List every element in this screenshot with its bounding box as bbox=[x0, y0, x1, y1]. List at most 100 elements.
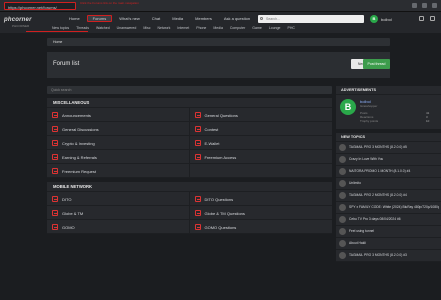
list-item[interactable]: Cebu TV Pro 3 days 08/04/2024 #6 bbox=[336, 214, 441, 226]
subnav-item[interactable]: Network bbox=[158, 26, 171, 30]
topic-title[interactable]: About Hakli bbox=[349, 241, 439, 245]
forum-item[interactable]: GOMO Questions bbox=[189, 220, 332, 234]
forum-icon bbox=[194, 126, 201, 132]
topic-title[interactable]: Feel using tunnel bbox=[349, 229, 439, 233]
nav-ask-question[interactable]: Ask a question bbox=[219, 15, 255, 22]
forum-list: Quick search MISCELLANEOUS Announcements… bbox=[47, 86, 332, 238]
forum-title[interactable]: Earning & Referrals bbox=[62, 155, 97, 160]
downloads-icon[interactable] bbox=[422, 3, 427, 8]
subnav-item[interactable]: Media bbox=[213, 26, 223, 30]
menu-icon[interactable] bbox=[432, 3, 437, 8]
alerts-icon[interactable] bbox=[430, 16, 435, 21]
forum-title[interactable]: Globe & TM bbox=[62, 211, 83, 216]
forum-item[interactable]: Crypto & Investing bbox=[47, 136, 190, 150]
forum-item[interactable]: Freemium Access bbox=[189, 150, 332, 164]
forum-title[interactable]: Announcements bbox=[62, 113, 91, 118]
forum-item[interactable]: General Questions bbox=[189, 108, 332, 122]
forum-item[interactable]: Freemium Request bbox=[47, 164, 190, 178]
list-item[interactable]: SPY x FAMILY CODE: White (2024) BluRay 4… bbox=[336, 202, 441, 214]
forum-title[interactable]: Freemium Request bbox=[62, 169, 96, 174]
subnav-item[interactable]: Misc bbox=[143, 26, 150, 30]
user-menu[interactable]: B bolbol bbox=[370, 15, 392, 23]
nav-chat[interactable]: Chat bbox=[147, 15, 165, 22]
avatar bbox=[339, 180, 346, 187]
forum-title[interactable]: Globe & TM Questions bbox=[205, 211, 245, 216]
topic-title[interactable]: TAGMAIL PRO 3 MONTHS (8.2.0.0) #5 bbox=[349, 145, 439, 149]
site-logo[interactable]: phcorner PHCORNER bbox=[4, 14, 54, 30]
annotation-note: Click the Forums link on the main naviga… bbox=[80, 1, 139, 5]
username: bolbol bbox=[381, 16, 392, 22]
list-item[interactable]: TAGMAIL PRO 2 MONTHS (8.2.0.0) #4 bbox=[336, 190, 441, 202]
nav-media[interactable]: Media bbox=[167, 15, 188, 22]
forum-icon bbox=[52, 154, 58, 160]
forum-icon bbox=[194, 196, 201, 202]
forum-item[interactable]: DITO bbox=[47, 192, 190, 206]
forum-item[interactable]: General Discussions bbox=[47, 122, 190, 136]
category-title[interactable]: MOBILE NETWORK bbox=[47, 182, 332, 192]
list-item[interactable]: TAGMAIL PRO 3 MONTHS (8.2.0.0) #5 bbox=[336, 142, 441, 154]
avatar bbox=[339, 204, 346, 211]
topic-title[interactable]: Crazy In Love With You bbox=[349, 157, 439, 161]
category-title[interactable]: MISCELLANEOUS bbox=[47, 98, 332, 108]
list-item[interactable]: Crazy In Love With You bbox=[336, 154, 441, 166]
forum-item[interactable]: E-Wallet bbox=[189, 136, 332, 150]
forum-item[interactable]: Globe & TM bbox=[47, 206, 190, 220]
forum-item[interactable]: Globe & TM Questions bbox=[189, 206, 332, 220]
topic-title[interactable]: NAITORA PROMO 1 MONTH (8.1.0.0) #4 bbox=[349, 169, 439, 173]
avatar[interactable]: B bbox=[340, 99, 356, 115]
forum-title[interactable]: General Questions bbox=[205, 113, 238, 118]
main-nav: Home Forums What's new Chat Media Member… bbox=[64, 15, 255, 22]
forum-item[interactable]: Announcements bbox=[47, 108, 190, 122]
subnav-item[interactable]: Threads bbox=[76, 26, 89, 30]
subnav-item[interactable]: PHC bbox=[288, 26, 295, 30]
subnav-item[interactable]: Game bbox=[252, 26, 262, 30]
forum-title[interactable]: General Discussions bbox=[62, 127, 99, 132]
forum-title[interactable]: DITO bbox=[62, 197, 71, 202]
list-item[interactable]: NAITORA PROMO 1 MONTH (8.1.0.0) #4 bbox=[336, 166, 441, 178]
nav-members[interactable]: Members bbox=[190, 15, 217, 22]
forum-item[interactable]: Contest bbox=[189, 122, 332, 136]
topic-title[interactable]: TAGMAIL PRO 3 MONTHS (8.2.0.0) #3 bbox=[349, 253, 439, 257]
subnav-item[interactable]: Phone bbox=[196, 26, 206, 30]
forum-title[interactable]: DITO Questions bbox=[205, 197, 234, 202]
search-input[interactable]: Search... bbox=[258, 15, 364, 23]
post-thread-button[interactable]: Post thread bbox=[363, 59, 390, 69]
breadcrumb-home[interactable]: Home bbox=[53, 40, 62, 44]
forum-item[interactable]: Earning & Referrals bbox=[47, 150, 190, 164]
nav-home[interactable]: Home bbox=[64, 15, 85, 22]
subnav-item[interactable]: Lounge bbox=[269, 26, 281, 30]
topic-title[interactable]: Unlimito bbox=[349, 181, 439, 185]
subnav-item[interactable]: Internet bbox=[177, 26, 189, 30]
topic-title[interactable]: TAGMAIL PRO 2 MONTHS (8.2.0.0) #4 bbox=[349, 193, 439, 197]
address-bar[interactable]: https://phcorner.net/forums/ bbox=[4, 2, 76, 10]
quick-search-input[interactable]: Quick search bbox=[47, 86, 332, 94]
nav-whats-new[interactable]: What's new bbox=[114, 15, 145, 22]
avatar bbox=[339, 156, 346, 163]
title-panel: Forum list New posts bbox=[47, 52, 390, 78]
forum-title[interactable]: Freemium Access bbox=[205, 155, 237, 160]
subnav-item[interactable]: Watched bbox=[96, 26, 110, 30]
subnav-item[interactable]: Unanswered bbox=[117, 26, 137, 30]
subnav-item[interactable]: New topics bbox=[52, 26, 69, 30]
forum-title[interactable]: GOMO Questions bbox=[205, 225, 237, 230]
inbox-icon[interactable] bbox=[419, 16, 424, 21]
list-item[interactable]: TAGMAIL PRO 3 MONTHS (8.2.0.0) #3 bbox=[336, 250, 441, 262]
forum-item[interactable]: DITO Questions bbox=[189, 192, 332, 206]
forum-title[interactable]: Contest bbox=[205, 127, 219, 132]
topic-title[interactable]: SPY x FAMILY CODE: White (2024) BluRay 4… bbox=[349, 205, 439, 209]
forum-title[interactable]: GOMO bbox=[62, 225, 75, 230]
list-item[interactable]: Unlimito bbox=[336, 178, 441, 190]
forum-item[interactable]: GOMO bbox=[47, 220, 190, 234]
avatar bbox=[339, 228, 346, 235]
extensions-icon[interactable] bbox=[412, 3, 417, 8]
browser-icons bbox=[412, 3, 437, 8]
avatar bbox=[339, 216, 346, 223]
nav-forums[interactable]: Forums bbox=[86, 15, 113, 22]
list-item[interactable]: About Hakli bbox=[336, 238, 441, 250]
subnav-item[interactable]: Computer bbox=[230, 26, 245, 30]
topic-title[interactable]: Cebu TV Pro 3 days 08/04/2024 #6 bbox=[349, 217, 439, 221]
forum-title[interactable]: Crypto & Investing bbox=[62, 141, 95, 146]
list-item[interactable]: Feel using tunnel bbox=[336, 226, 441, 238]
forum-title[interactable]: E-Wallet bbox=[205, 141, 220, 146]
forum-icon bbox=[52, 168, 58, 174]
